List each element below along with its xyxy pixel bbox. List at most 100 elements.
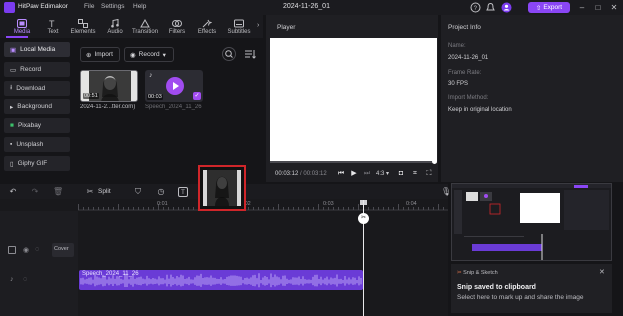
- tab-media[interactable]: Media: [9, 15, 35, 38]
- record-label: Record: [138, 51, 160, 58]
- menu-file[interactable]: File: [84, 3, 94, 10]
- import-button[interactable]: ⊕ Import: [80, 47, 120, 62]
- snip-sketch-icon: ✂: [457, 270, 462, 276]
- tab-effects[interactable]: Effects: [194, 15, 220, 38]
- maximize-icon[interactable]: □: [592, 2, 604, 13]
- undo-icon[interactable]: ↶: [8, 187, 18, 197]
- text-tool-icon[interactable]: T: [178, 187, 188, 197]
- text-icon: T: [49, 19, 55, 28]
- player-preview-screen[interactable]: [270, 38, 437, 161]
- media-tabs: Media T Text Elements Audio Transition F…: [0, 15, 263, 38]
- transition-icon: [140, 18, 150, 27]
- tab-text[interactable]: T Text: [40, 15, 66, 38]
- nav-record[interactable]: ▭ Record: [4, 62, 70, 77]
- toast-body: Select here to mark up and share the ima…: [457, 294, 584, 301]
- nav-unsplash-label: Unsplash: [16, 141, 44, 148]
- previous-frame-icon[interactable]: ⏮: [336, 169, 346, 179]
- minimize-icon[interactable]: –: [576, 2, 588, 13]
- subtitles-icon: [234, 19, 244, 27]
- nav-local-media-label: Local Media: [20, 46, 56, 53]
- tab-audio-label: Audio: [107, 28, 123, 35]
- tab-elements[interactable]: Elements: [70, 15, 96, 38]
- info-name-label: Name:: [448, 43, 466, 49]
- record-dot-icon: ◉: [130, 51, 136, 59]
- project-info-title: Project Info: [448, 24, 481, 31]
- delete-icon[interactable]: 🗑: [53, 187, 63, 197]
- audio-icon: [111, 18, 119, 27]
- export-button[interactable]: ⇧ Export: [528, 2, 570, 13]
- shield-icon[interactable]: ⛉: [133, 187, 143, 197]
- media-card-video[interactable]: 00:51: [80, 70, 138, 102]
- info-import-method-label: Import Method:: [448, 95, 489, 101]
- snip-screenshot-preview[interactable]: [451, 183, 612, 261]
- next-frame-icon[interactable]: ⏭: [362, 169, 372, 179]
- tab-subtitles-label: Subtitles: [227, 28, 251, 35]
- pixabay-icon: ■: [10, 122, 14, 129]
- search-icon[interactable]: [222, 47, 236, 61]
- tab-filters[interactable]: Filters: [164, 15, 190, 38]
- fullscreen-icon[interactable]: ⛶: [424, 169, 434, 179]
- media-icon: [17, 18, 27, 28]
- tab-audio[interactable]: Audio: [102, 15, 128, 38]
- record-button[interactable]: ◉ Record ▾: [124, 47, 174, 62]
- nav-download[interactable]: ⭳ Download: [4, 81, 70, 96]
- play-icon[interactable]: ▶: [349, 169, 359, 179]
- sort-list-icon[interactable]: [244, 48, 256, 60]
- tick-label: 0:04: [406, 201, 417, 207]
- split-button[interactable]: Split: [98, 188, 111, 195]
- help-circle-icon[interactable]: ?: [470, 2, 481, 13]
- app-logo-icon: [4, 2, 15, 13]
- media-card-audio[interactable]: ♪ ✓ 00:03: [145, 70, 203, 102]
- toast-app-label: Snip & Sketch: [463, 270, 498, 276]
- cover-label: Cover: [54, 246, 69, 252]
- toast-close-icon[interactable]: ✕: [599, 268, 605, 276]
- snapshot-camera-icon[interactable]: ◘: [396, 169, 406, 179]
- tabs-scroll-right-icon[interactable]: ›: [257, 22, 259, 29]
- track-mute-icon[interactable]: ◌: [35, 246, 39, 253]
- playhead-split-icon[interactable]: ✂: [358, 213, 369, 224]
- track-lock-icon[interactable]: [8, 246, 16, 254]
- nav-download-label: Download: [16, 85, 46, 92]
- player-time-display: 00:03:12 / 00:03:12: [275, 171, 327, 177]
- track-visibility-icon[interactable]: ◉: [23, 246, 29, 254]
- nav-pixabay[interactable]: ■ Pixabay: [4, 118, 70, 133]
- aspect-ratio-value: 4:3: [376, 171, 385, 177]
- notification-bell-icon[interactable]: [485, 2, 496, 13]
- player-progress-handle[interactable]: [432, 159, 437, 164]
- info-frame-rate-value: 30 FPS: [448, 81, 469, 87]
- nav-local-media[interactable]: ▣ Local Media: [4, 42, 70, 57]
- player-progress-bar[interactable]: [270, 161, 437, 163]
- unsplash-icon: ▪: [10, 141, 13, 148]
- redo-icon[interactable]: ↷: [30, 187, 40, 197]
- tab-subtitles[interactable]: Subtitles: [226, 15, 252, 38]
- checkbox-checked-icon[interactable]: ✓: [193, 92, 201, 100]
- video-filename: 2024-11-2...tter.com): [80, 104, 136, 110]
- music-note-icon: ♪: [149, 72, 153, 79]
- crop-icon[interactable]: ⌗: [410, 169, 420, 179]
- close-icon[interactable]: ✕: [608, 2, 620, 13]
- import-label: Import: [94, 51, 113, 58]
- speed-icon[interactable]: ◷: [156, 187, 166, 197]
- audio-track-volume-icon[interactable]: ◌: [23, 276, 27, 283]
- svg-text:?: ?: [474, 6, 478, 12]
- dragged-video-frame: [203, 170, 241, 206]
- nav-giphy-gif[interactable]: ▯ Giphy GIF: [4, 156, 70, 171]
- timeline-ruler[interactable]: [78, 199, 448, 211]
- account-avatar-icon[interactable]: [501, 2, 512, 13]
- menu-help[interactable]: Help: [133, 3, 146, 10]
- effects-icon: [202, 19, 212, 27]
- split-scissor-icon[interactable]: ✂: [85, 187, 95, 197]
- dragged-media-thumbnail[interactable]: [198, 165, 246, 211]
- nav-background[interactable]: ▸ Background: [4, 99, 70, 114]
- microphone-icon[interactable]: 🎙: [441, 187, 451, 197]
- tab-transition[interactable]: Transition: [132, 15, 158, 38]
- menu-settings[interactable]: Settings: [101, 3, 125, 10]
- filters-icon: [172, 19, 182, 27]
- video-duration: 00:51: [83, 93, 99, 99]
- tab-filters-label: Filters: [168, 28, 186, 35]
- nav-unsplash[interactable]: ▪ Unsplash: [4, 137, 70, 152]
- info-frame-rate-label: Frame Rate:: [448, 70, 482, 76]
- audio-play-icon: [166, 77, 184, 95]
- chevron-down-icon: ▾: [162, 51, 166, 59]
- aspect-ratio-select[interactable]: 4:3 ▾: [376, 170, 389, 177]
